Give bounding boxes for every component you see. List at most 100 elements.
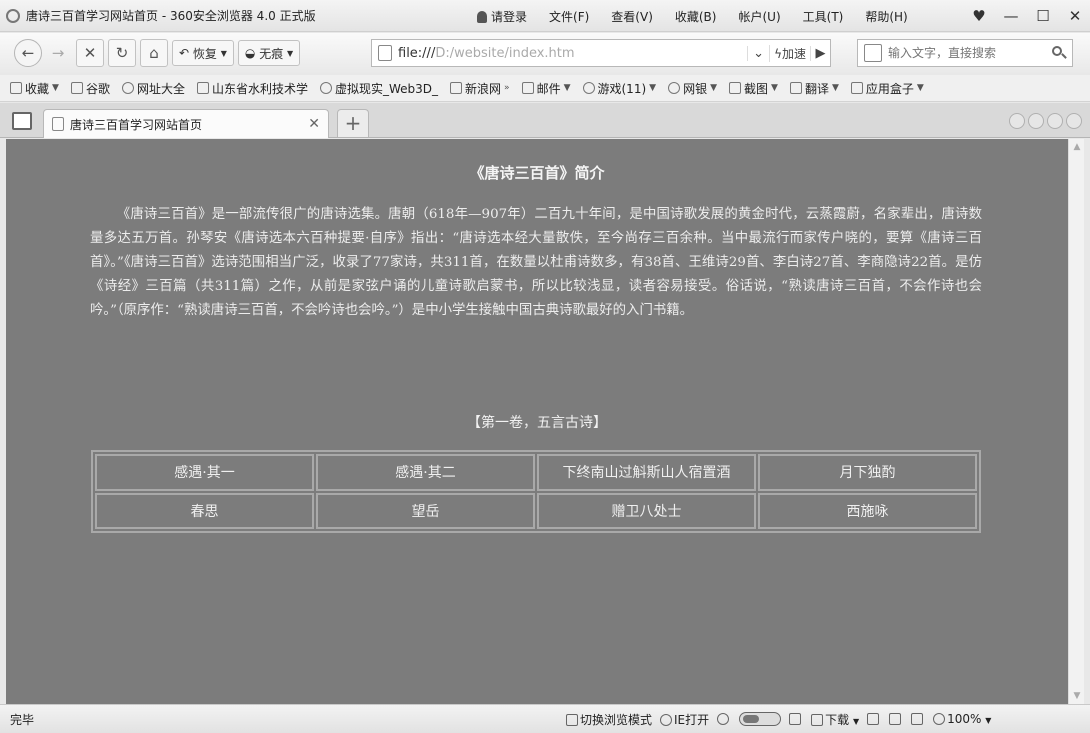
bookmark-screenshot[interactable]: 截图 ▼ [729,80,778,97]
bookmark-games[interactable]: 游戏(11) ▼ [582,80,657,97]
close-window-button[interactable]: ✕ [1066,7,1084,25]
tab-action-3-icon[interactable] [1047,113,1063,129]
monitor-icon[interactable] [789,713,802,725]
poem-link[interactable]: 春思 [95,492,314,529]
menu-tools[interactable]: 工具(T) [792,8,855,25]
search-engine-icon[interactable] [864,44,882,62]
bookmark-favorites[interactable]: 收藏 ▼ [10,80,59,97]
stop-button[interactable]: ✕ [76,39,104,67]
bookmark-label: 游戏(11) [597,81,647,96]
star-icon [10,82,22,94]
bookmark-label: 翻译 [804,81,829,96]
tab-actions [1009,113,1082,129]
bookmark-banking[interactable]: 网银 ▼ [668,80,717,97]
ie-open-label: IE打开 [674,712,710,727]
tab-action-2-icon[interactable] [1028,113,1044,129]
printer-icon[interactable] [889,713,902,725]
window-title: 唐诗三百首学习网站首页 - 360安全浏览器 4.0 正式版 [26,9,316,23]
bookmark-translate[interactable]: 翻译 ▼ [789,80,839,97]
close-tab-icon[interactable]: ✕ [308,116,320,132]
poem-link[interactable]: 月下独酌 [758,454,977,491]
chevron-down-icon: ▼ [916,83,924,93]
navigation-toolbar: ← → ✕ ↻ ⌂ ↶ 恢复 ▼ ◒ 无痕 ▼ file:///D:/websi… [0,33,1090,73]
vertical-scrollbar[interactable]: ▲ ▼ [1068,139,1084,704]
chevron-down-icon: ▼ [852,716,860,726]
tab-action-1-icon[interactable] [1009,113,1025,129]
incognito-label: 无痕 [259,46,284,61]
address-bar[interactable]: file:///D:/website/index.htm ⌄ ϟ加速 ▶ [371,39,831,67]
menu-bar: 请登录 文件(F) 查看(V) 收藏(B) 帐户(U) 工具(T) 帮助(H) [466,0,919,32]
poem-link[interactable]: 望岳 [316,492,535,529]
bookmark-vr-web3d[interactable]: 虚拟现实_Web3D_ [319,80,438,97]
refresh-button[interactable]: ↻ [108,39,136,67]
bookmark-sina[interactable]: 新浪网» [450,80,510,97]
bookmark-label: 截图 [744,81,769,96]
chevron-down-icon: ▼ [649,83,657,93]
poem-link[interactable]: 感遇·其二 [316,454,535,491]
skin-icon[interactable]: ♥ [970,7,988,25]
forward-button[interactable]: → [44,39,72,67]
poem-link[interactable]: 感遇·其一 [95,454,314,491]
bookmark-site-directory[interactable]: 网址大全 [121,80,185,97]
download-button[interactable]: 下载 ▼ [811,711,859,728]
page-icon [378,45,392,61]
tab-list-icon[interactable] [12,112,32,130]
speaker-icon[interactable] [911,713,924,725]
search-button[interactable] [1050,44,1068,62]
speed-up-button[interactable]: ϟ加速 [769,44,810,62]
scroll-up-icon[interactable]: ▲ [1069,139,1085,155]
ie-open-button[interactable]: IE打开 [660,711,709,728]
restore-dropdown[interactable]: ↶ 恢复 ▼ [172,40,234,66]
maximize-button[interactable]: ☐ [1034,7,1052,25]
minimize-button[interactable]: — [1002,7,1020,25]
window-edge [1084,139,1090,704]
chevron-down-icon: ▼ [52,83,59,93]
globe-icon [319,82,332,94]
overflow-icon[interactable]: » [504,83,510,93]
search-input[interactable] [888,46,1048,60]
globe-icon [121,82,134,94]
bookmark-label: 收藏 [25,81,50,96]
poem-link[interactable]: 下终南山过斛斯山人宿置酒 [537,454,756,491]
scroll-down-icon[interactable]: ▼ [1069,688,1085,704]
zoom-button[interactable]: 100% ▼ [933,712,991,726]
login-menu[interactable]: 请登录 [466,8,538,25]
home-button[interactable]: ⌂ [140,39,168,67]
go-button[interactable]: ▶ [810,45,830,61]
poem-link[interactable]: 赠卫八处士 [537,492,756,529]
address-dropdown-icon[interactable]: ⌄ [747,45,769,61]
bookmark-label: 网址大全 [136,81,185,96]
incognito-dropdown[interactable]: ◒ 无痕 ▼ [237,40,301,66]
bookmark-mail[interactable]: 邮件 ▼ [521,80,571,97]
tab-active[interactable]: 唐诗三百首学习网站首页 ✕ [43,109,329,138]
translate-icon [789,82,802,94]
bookmark-shandong-water[interactable]: 山东省水利技术学 [196,80,308,97]
speed-up-label: 加速 [781,46,806,61]
poem-table: 感遇·其一 感遇·其二 下终南山过斛斯山人宿置酒 月下独酌 春思 望岳 赠卫八处… [91,450,981,533]
back-button[interactable]: ← [14,39,42,67]
poem-link[interactable]: 西施咏 [758,492,977,529]
menu-account[interactable]: 帐户(U) [727,8,791,25]
bookmark-google[interactable]: 谷歌 [70,80,110,97]
tab-bar: 唐诗三百首学习网站首页 ✕ + [0,103,1090,138]
bookmark-label: 应用盒子 [865,81,914,96]
tab-action-4-icon[interactable] [1066,113,1082,129]
menu-help[interactable]: 帮助(H) [854,8,918,25]
bookmarks-bar: 收藏 ▼ 谷歌 网址大全 山东省水利技术学 虚拟现实_Web3D_ 新浪网» 邮件… [0,75,1090,102]
globe-icon[interactable] [717,713,730,725]
switch-mode-label: 切换浏览模式 [580,712,653,727]
menu-favorites[interactable]: 收藏(B) [664,8,728,25]
mode-toggle[interactable] [739,712,782,726]
clean-icon[interactable] [867,713,880,725]
new-tab-button[interactable]: + [337,109,369,137]
status-text: 完毕 [10,712,35,727]
undo-icon: ↶ [179,46,190,60]
switch-mode-button[interactable]: 切换浏览模式 [566,711,652,728]
chevron-down-icon: ▼ [985,716,992,725]
page-content: 《唐诗三百首》简介 《唐诗三百首》是一部流传很广的唐诗选集。唐朝（618年—90… [6,139,1068,704]
menu-view[interactable]: 查看(V) [600,8,664,25]
status-bar: 完毕 切换浏览模式 IE打开 下载 ▼ 100% ▼ [0,704,1090,733]
menu-file[interactable]: 文件(F) [538,8,600,25]
bookmark-app-box[interactable]: 应用盒子 ▼ [850,80,924,97]
page-icon [52,117,64,131]
